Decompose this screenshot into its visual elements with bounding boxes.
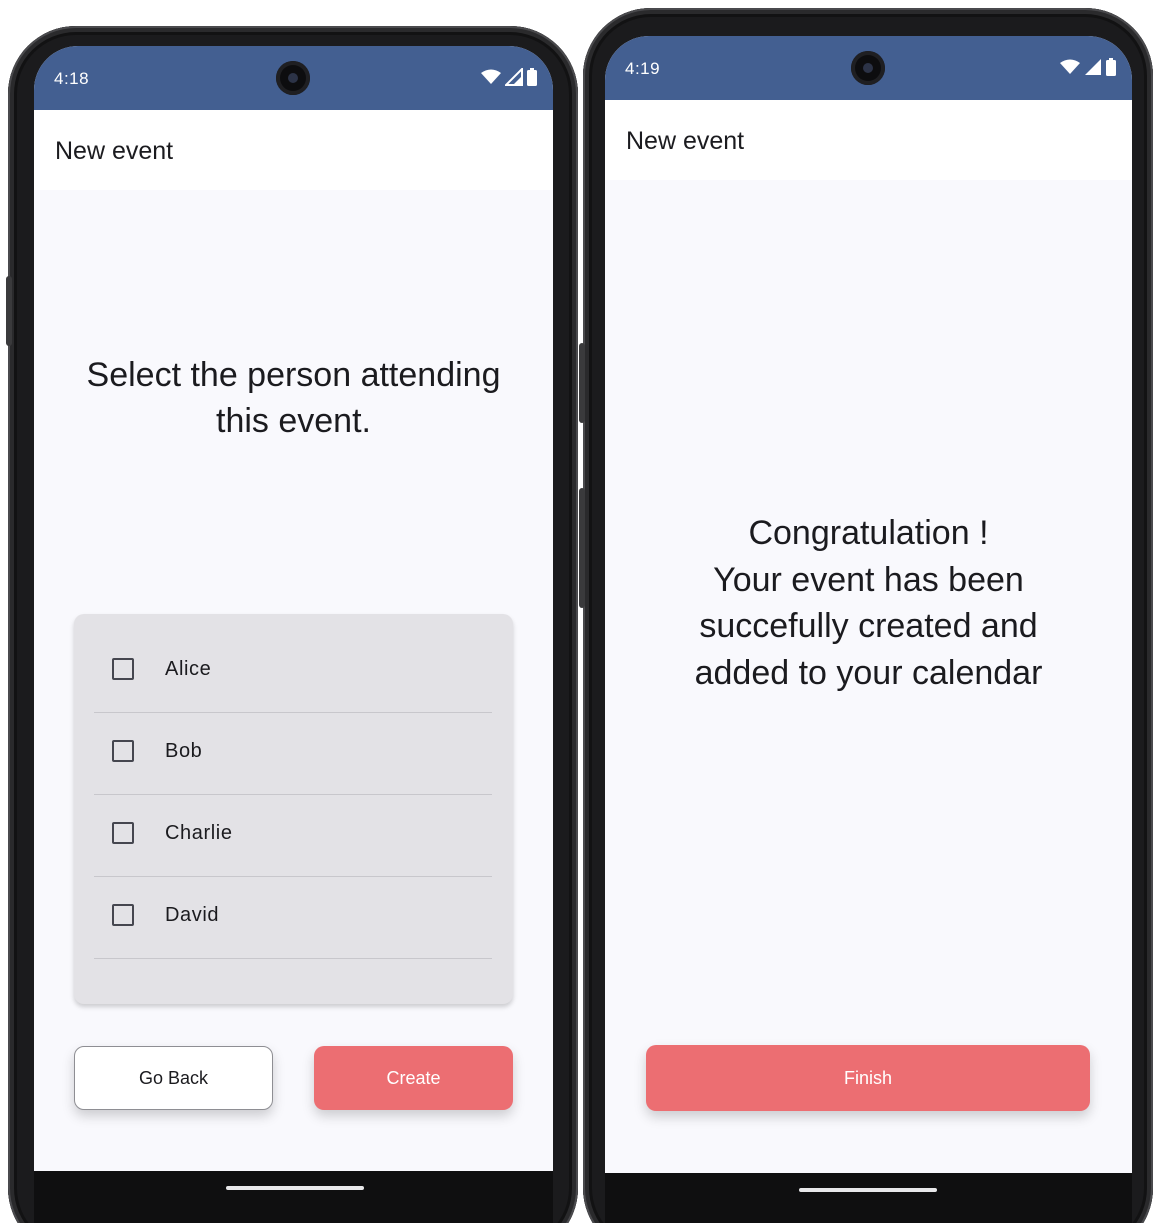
attendee-list: Alice Bob Charlie David [74, 614, 513, 1004]
success-message: Congratulation ! Your event has been suc… [625, 510, 1112, 696]
list-item-david[interactable]: David [94, 876, 492, 959]
home-gesture-handle[interactable] [799, 1188, 937, 1192]
battery-icon [1106, 58, 1116, 76]
person-name: Alice [165, 658, 212, 680]
checkbox-unchecked-icon[interactable] [112, 904, 134, 926]
person-name: Charlie [165, 822, 233, 844]
status-time: 4:18 [54, 69, 90, 88]
phone-frame-left: 4:18 New event Select the person attendi… [6, 26, 578, 1223]
top-app-bar: New event [605, 100, 1132, 180]
message-line: Congratulation ! [748, 514, 989, 552]
list-item-alice[interactable]: Alice [94, 630, 492, 713]
attendee-prompt: Select the person attending this event. [54, 352, 533, 444]
status-bar: 4:18 [34, 46, 553, 110]
go-back-button[interactable]: Go Back [74, 1046, 273, 1110]
navigation-bar [605, 1173, 1132, 1223]
navigation-bar [34, 1171, 553, 1223]
message-line: Your event has been [713, 560, 1024, 599]
app-bar-title: New event [626, 127, 745, 155]
message-line: succefully created and [699, 607, 1038, 645]
front-camera [851, 51, 885, 85]
status-bar: 4:19 [605, 36, 1132, 100]
home-gesture-handle[interactable] [226, 1186, 364, 1190]
prompt-line: Select the person attending [86, 356, 501, 394]
checkbox-unchecked-icon[interactable] [112, 740, 134, 762]
checkbox-unchecked-icon[interactable] [112, 822, 134, 844]
front-camera [276, 61, 310, 95]
create-button[interactable]: Create [314, 1046, 513, 1110]
wifi-icon [481, 69, 501, 84]
select-attendee-screen: 4:18 New event Select the person attendi… [34, 46, 553, 1171]
checkbox-unchecked-icon[interactable] [112, 658, 134, 680]
person-name: Bob [165, 740, 203, 762]
status-icons [481, 68, 537, 86]
volume-button [579, 488, 585, 608]
screenshot-canvas: 4:18 New event Select the person attendi… [0, 0, 1153, 1223]
list-item-bob[interactable]: Bob [94, 712, 492, 795]
prompt-line: this event. [216, 402, 371, 440]
wifi-icon [1060, 59, 1080, 74]
volume-button [6, 276, 12, 346]
top-app-bar: New event [34, 110, 553, 190]
person-name: David [165, 904, 220, 926]
status-icons [1060, 58, 1116, 76]
message-line: added to your calendar [694, 653, 1043, 692]
list-item-charlie[interactable]: Charlie [94, 794, 492, 877]
finish-button[interactable]: Finish [646, 1045, 1090, 1111]
battery-icon [527, 68, 537, 86]
phone-frame-right: 4:19 New event Congratulation ! Your eve… [579, 8, 1153, 1223]
app-bar-title: New event [55, 137, 174, 165]
cellular-signal-icon [1085, 59, 1101, 75]
status-time: 4:19 [625, 59, 661, 78]
power-button [579, 343, 585, 423]
cellular-signal-icon [505, 68, 523, 86]
event-created-screen: 4:19 New event Congratulation ! Your eve… [605, 36, 1132, 1173]
